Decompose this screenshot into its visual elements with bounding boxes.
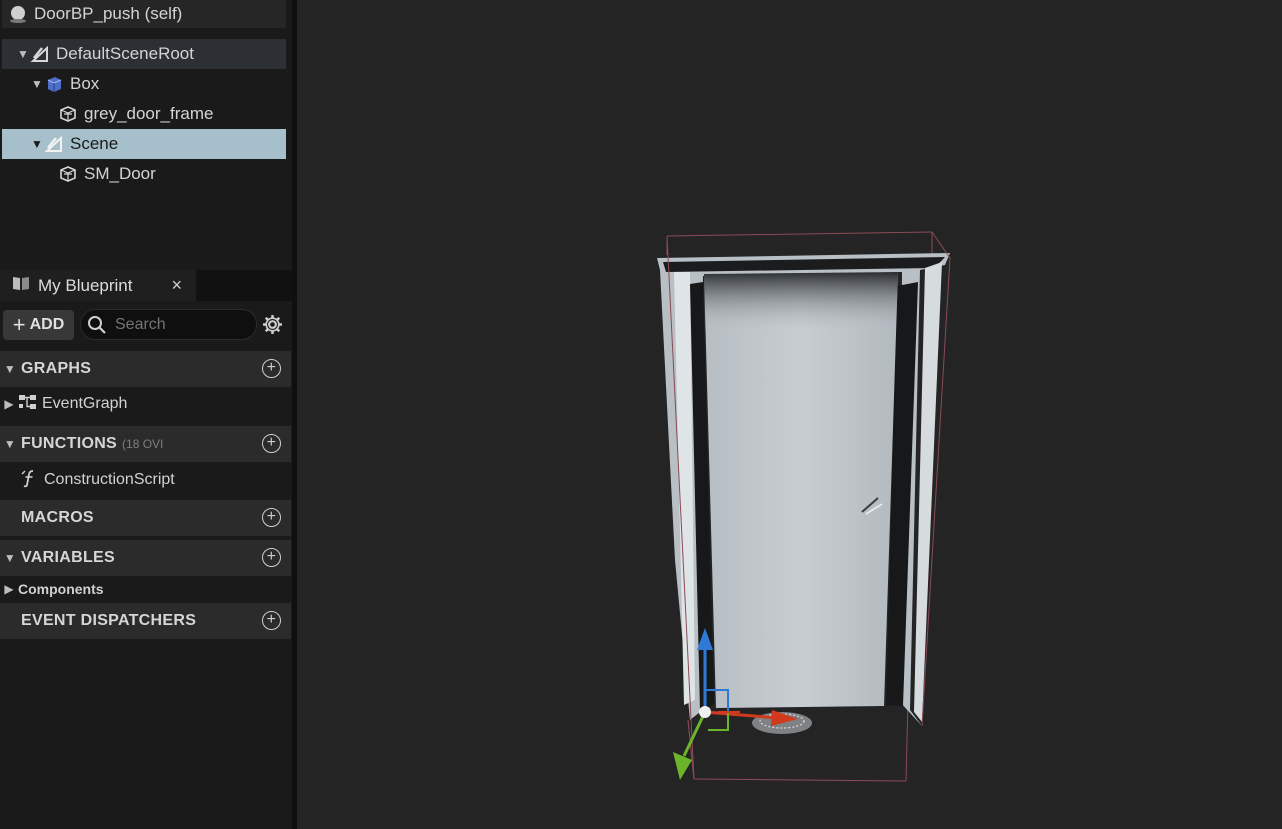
add-function-button[interactable]: + xyxy=(262,434,281,453)
section-label: EVENT DISPATCHERS xyxy=(21,612,197,629)
chevron-down-icon[interactable]: ▼ xyxy=(16,47,30,61)
viewport-scene xyxy=(657,231,951,782)
search-input[interactable] xyxy=(115,315,245,334)
section-sublabel: (18 OVI xyxy=(122,437,164,451)
door-leaf-mesh xyxy=(704,272,898,708)
tree-item-sm-door[interactable]: SM_Door xyxy=(2,159,286,189)
list-item-label: ConstructionScript xyxy=(44,471,175,488)
section-event-dispatchers[interactable]: EVENT DISPATCHERS + xyxy=(0,603,291,639)
tree-item-box[interactable]: ▼ Box xyxy=(2,69,286,99)
my-blueprint-tabbar: My Blueprint × xyxy=(0,270,292,301)
chevron-down-icon[interactable]: ▼ xyxy=(0,551,20,565)
list-item-label: Components xyxy=(18,581,104,597)
tree-item-label: Scene xyxy=(70,134,119,153)
gear-icon[interactable] xyxy=(262,314,283,340)
close-icon[interactable]: × xyxy=(171,275,182,296)
section-functions[interactable]: ▼ FUNCTIONS (18 OVI + xyxy=(0,426,291,462)
components-tree: DoorBP_push (self) ▼ DefaultSceneRoot ▼ … xyxy=(0,0,292,265)
add-graph-button[interactable]: + xyxy=(262,359,281,378)
tree-item-grey-door-frame[interactable]: grey_door_frame xyxy=(2,99,286,129)
my-blueprint-toolbar: + ADD xyxy=(0,301,292,347)
chevron-down-icon[interactable]: ▼ xyxy=(30,137,44,151)
left-panel: DoorBP_push (self) ▼ DefaultSceneRoot ▼ … xyxy=(0,0,292,829)
tree-item-label: DoorBP_push (self) xyxy=(34,4,183,23)
book-icon xyxy=(12,275,30,296)
add-macro-button[interactable]: + xyxy=(262,508,281,527)
tree-item-label: Box xyxy=(70,74,100,93)
tree-item-default-scene-root[interactable]: ▼ DefaultSceneRoot xyxy=(2,39,286,69)
static-mesh-icon xyxy=(58,104,78,124)
chevron-down-icon[interactable]: ▼ xyxy=(0,362,20,376)
section-label: GRAPHS xyxy=(21,360,92,377)
tree-item-scene[interactable]: ▼ Scene xyxy=(2,129,286,159)
tree-item-label: DefaultSceneRoot xyxy=(56,44,194,63)
function-icon xyxy=(20,468,40,493)
tree-item-self[interactable]: DoorBP_push (self) xyxy=(2,0,286,28)
scene-component-icon xyxy=(44,134,64,154)
section-label: FUNCTIONS xyxy=(21,435,118,452)
tab-my-blueprint[interactable]: My Blueprint × xyxy=(0,270,196,301)
static-mesh-icon xyxy=(58,164,78,184)
section-macros[interactable]: MACROS + xyxy=(0,500,291,536)
tree-item-label: grey_door_frame xyxy=(84,104,214,123)
chevron-right-icon[interactable]: ▶ xyxy=(0,582,18,596)
section-graphs[interactable]: ▼ GRAPHS + xyxy=(0,351,291,387)
chevron-down-icon[interactable]: ▼ xyxy=(30,77,44,91)
tree-item-label: SM_Door xyxy=(84,164,156,183)
viewport[interactable] xyxy=(297,0,1282,829)
chevron-down-icon[interactable]: ▼ xyxy=(0,437,20,451)
actor-sphere-icon xyxy=(8,4,28,24)
section-variables[interactable]: ▼ VARIABLES + xyxy=(0,540,291,576)
list-item-event-graph[interactable]: ▶ EventGraph xyxy=(0,387,291,421)
event-graph-icon xyxy=(18,393,38,416)
list-item-construction-script[interactable]: ConstructionScript xyxy=(0,463,291,497)
add-button-label: ADD xyxy=(29,316,65,333)
list-item-label: EventGraph xyxy=(42,395,128,412)
add-variable-button[interactable]: + xyxy=(262,548,281,567)
add-button[interactable]: + ADD xyxy=(3,310,74,340)
search-icon xyxy=(87,315,107,335)
search-box[interactable] xyxy=(80,309,257,340)
plus-icon: + xyxy=(12,312,26,337)
tab-label: My Blueprint xyxy=(38,275,133,295)
chevron-right-icon[interactable]: ▶ xyxy=(0,397,18,411)
scene-component-icon xyxy=(30,44,50,64)
section-label: MACROS xyxy=(21,509,94,526)
list-item-components-category[interactable]: ▶ Components xyxy=(0,572,291,606)
add-event-dispatcher-button[interactable]: + xyxy=(262,611,281,630)
box-collision-icon xyxy=(44,74,64,94)
section-label: VARIABLES xyxy=(21,549,115,566)
